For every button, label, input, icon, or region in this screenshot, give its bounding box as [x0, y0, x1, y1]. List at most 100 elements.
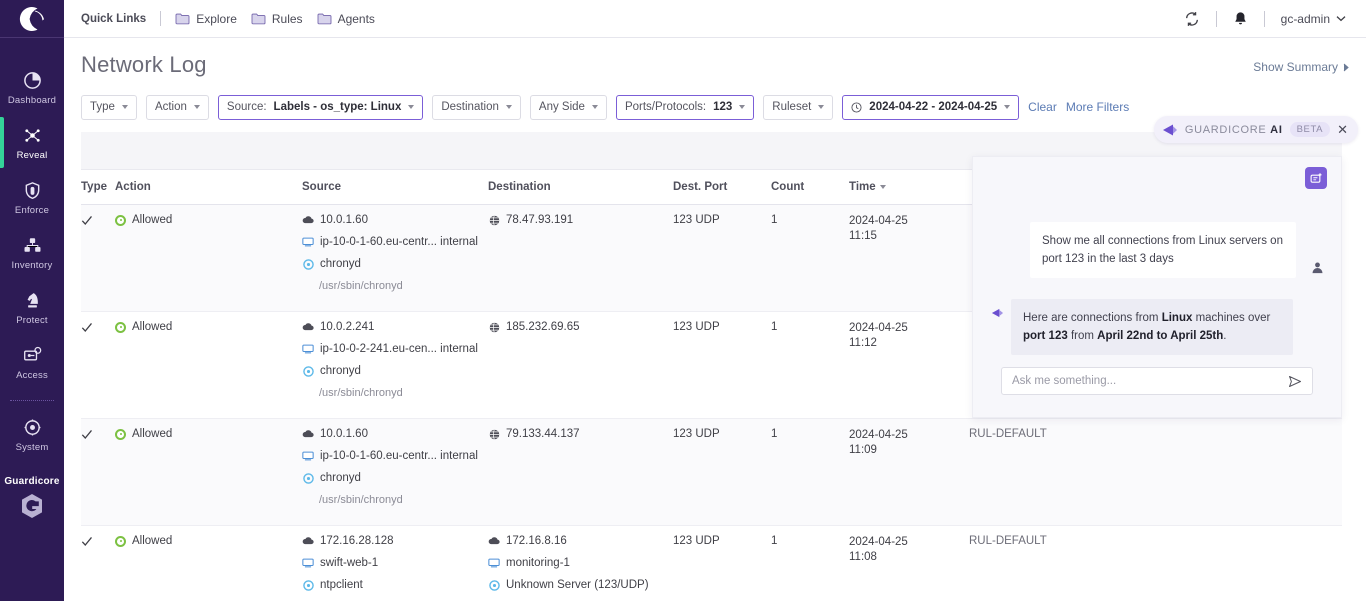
action-label: Allowed — [132, 428, 172, 440]
column-header-count[interactable]: Count — [771, 181, 849, 193]
sidebar-item-label: Access — [16, 370, 48, 381]
filter-chip-destination[interactable]: Destination — [432, 95, 521, 120]
entity-label: Unknown Server (123/UDP) — [506, 579, 649, 592]
quick-link-rules[interactable]: Rules — [251, 12, 303, 26]
cell-source: 10.0.2.241 ip-10-0-2-241.eu-cen... intern… — [302, 321, 488, 409]
sidebar-item-enforce[interactable]: Enforce — [0, 170, 64, 225]
more-filters-button[interactable]: More Filters — [1066, 100, 1129, 114]
chevron-down-icon — [506, 105, 512, 109]
entity-row[interactable]: ip-10-0-1-60.eu-centr... internal — [302, 236, 488, 249]
filter-chip-action[interactable]: Action — [146, 95, 209, 120]
table-row[interactable]: Allowed 10.0.1.60 ip-10-0-1-60.eu-centr...… — [81, 419, 1342, 526]
sidebar-item-dashboard[interactable]: Dashboard — [0, 60, 64, 115]
cell-action: Allowed — [115, 321, 302, 409]
globe-icon — [488, 214, 500, 226]
send-icon[interactable] — [1288, 375, 1302, 388]
column-header-time[interactable]: Time — [849, 181, 969, 193]
filter-chip-type[interactable]: Type — [81, 95, 137, 120]
sidebar-item-system[interactable]: System — [0, 407, 64, 462]
entity-label: 185.232.69.65 — [506, 321, 580, 334]
guardicore-ai-chat-panel: Show me all connections from Linux serve… — [972, 156, 1342, 418]
refresh-icon[interactable] — [1184, 11, 1200, 27]
time-line: 2024-04-25 — [849, 214, 969, 229]
sidebar-item-access[interactable]: Access — [0, 335, 64, 390]
column-header-dest-port[interactable]: Dest. Port — [673, 181, 771, 193]
sidebar-item-reveal[interactable]: Reveal — [0, 115, 64, 170]
sidebar-item-inventory[interactable]: Inventory — [0, 225, 64, 280]
entity-label: chronyd — [320, 472, 361, 485]
filter-chip-date-range[interactable]: 2024-04-22 - 2024-04-25 — [842, 95, 1019, 120]
sidebar-item-label: Reveal — [17, 150, 48, 161]
akamai-logo[interactable] — [0, 0, 64, 38]
guardicore-ai-badge[interactable]: GUARDICORE AI BETA ✕ — [1154, 116, 1358, 143]
chat-input-wrapper[interactable]: Ask me something... — [1001, 367, 1313, 395]
entity-stack: 10.0.1.60 ip-10-0-1-60.eu-centr... intern… — [302, 428, 488, 507]
bot-text-bold-3: April 22nd to April 25th — [1097, 330, 1223, 342]
entity-row[interactable]: 78.47.93.191 — [488, 214, 673, 227]
entity-row[interactable]: ip-10-0-1-60.eu-centr... internal — [302, 450, 488, 463]
bell-icon[interactable] — [1233, 11, 1248, 27]
filter-chip-ruleset[interactable]: Ruleset — [763, 95, 833, 120]
table-row[interactable]: Allowed172.16.28.128swift-web-1ntpclient… — [81, 526, 1342, 601]
entity-row[interactable]: 79.133.44.137 — [488, 428, 673, 441]
entity-row[interactable]: chronyd — [302, 258, 488, 271]
column-header-source[interactable]: Source — [302, 181, 488, 193]
chat-message-user: Show me all connections from Linux serve… — [1030, 222, 1296, 278]
entity-row[interactable]: chronyd — [302, 472, 488, 485]
entity-label: 10.0.1.60 — [320, 428, 368, 441]
entity-row[interactable]: 10.0.1.60 — [302, 214, 488, 227]
entity-row[interactable]: Unknown Server (123/UDP) — [488, 579, 673, 592]
entity-row[interactable]: 185.232.69.65 — [488, 321, 673, 334]
filter-value: 123 — [713, 101, 732, 113]
entity-row[interactable]: 172.16.8.16 — [488, 535, 673, 548]
cell-type — [81, 428, 115, 516]
entity-row[interactable]: monitoring-1 — [488, 557, 673, 570]
filter-chip-any-side[interactable]: Any Side — [530, 95, 607, 120]
entity-row[interactable]: 10.0.1.60 — [302, 428, 488, 441]
entity-label: chronyd — [320, 365, 361, 378]
entity-row[interactable]: 172.16.28.128 — [302, 535, 488, 548]
entity-row[interactable]: ntpclient — [302, 579, 488, 592]
quick-link-agents[interactable]: Agents — [317, 12, 375, 26]
entity-row[interactable]: swift-web-1 — [302, 557, 488, 570]
close-icon[interactable]: ✕ — [1337, 123, 1348, 136]
filter-label: Type — [90, 101, 115, 113]
sidebar-nav: Dashboard Reveal Enforce Inventory Prote — [0, 38, 64, 519]
sidebar-item-label: Dashboard — [8, 95, 56, 106]
entity-row[interactable]: 10.0.2.241 — [302, 321, 488, 334]
cell-count: 1 — [771, 321, 849, 409]
folder-icon — [317, 12, 332, 25]
filter-label: Ruleset — [772, 101, 811, 113]
filter-chip-source[interactable]: Source: Labels - os_type: Linux — [218, 95, 423, 120]
expand-chat-icon[interactable] — [1305, 167, 1327, 189]
cell-dest-port: 123 UDP — [673, 214, 771, 302]
filter-chip-ports-protocols[interactable]: Ports/Protocols: 123 — [616, 95, 754, 120]
user-menu-label[interactable]: gc-admin — [1281, 12, 1330, 26]
filter-label: Action — [155, 101, 187, 113]
entity-stack: 10.0.2.241 ip-10-0-2-241.eu-cen... intern… — [302, 321, 488, 400]
folder-icon — [251, 12, 266, 25]
divider — [1216, 11, 1217, 27]
quick-link-explore[interactable]: Explore — [175, 12, 237, 26]
guardicore-logo-icon — [20, 493, 44, 519]
clear-filters-button[interactable]: Clear — [1028, 100, 1057, 114]
cloud-icon — [302, 535, 314, 545]
column-header-time-label: Time — [849, 181, 876, 193]
bot-text-1: Here are connections from — [1023, 312, 1162, 324]
column-header-action[interactable]: Action — [115, 181, 302, 193]
show-summary-label: Show Summary — [1253, 60, 1338, 74]
cell-destination: 185.232.69.65 — [488, 321, 673, 409]
entity-row[interactable]: ip-10-0-2-241.eu-cen... internal — [302, 343, 488, 356]
chevron-down-icon — [122, 105, 128, 109]
entity-row[interactable]: chronyd — [302, 365, 488, 378]
show-summary-link[interactable]: Show Summary — [1253, 60, 1349, 74]
chevron-down-icon[interactable] — [1336, 15, 1346, 22]
access-icon — [23, 344, 42, 366]
check-icon — [81, 321, 93, 333]
sidebar-item-protect[interactable]: Protect — [0, 280, 64, 335]
entity-label: /usr/sbin/chronyd — [319, 387, 403, 400]
column-header-type[interactable]: Type — [81, 181, 115, 193]
column-header-destination[interactable]: Destination — [488, 181, 673, 193]
allowed-status-icon — [115, 536, 126, 547]
monitor-icon — [302, 450, 314, 461]
